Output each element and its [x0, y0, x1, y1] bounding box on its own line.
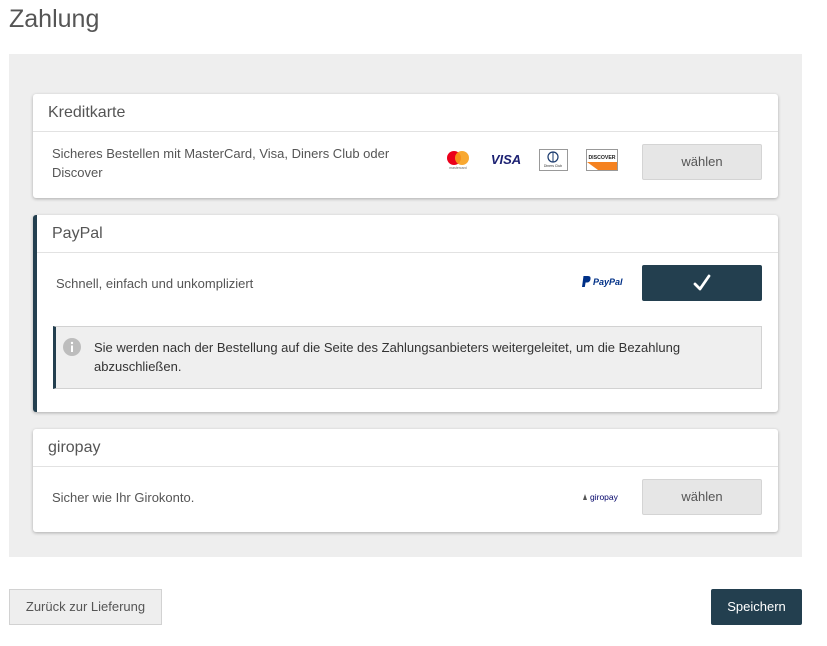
diners-club-logo: Diners Club	[539, 149, 568, 171]
check-icon	[693, 274, 711, 291]
paypal-logo: PayPal	[582, 276, 623, 287]
save-button[interactable]: Speichern	[711, 589, 802, 625]
payment-option-giropay[interactable]: giropay Sicher wie Ihr Girokonto. giropa…	[33, 429, 778, 532]
back-to-delivery-button[interactable]: Zurück zur Lieferung	[9, 589, 162, 625]
visa-text: VISA	[491, 152, 521, 167]
giropay-logo: giropay	[583, 492, 619, 502]
select-creditcard-button[interactable]: wählen	[642, 144, 762, 180]
visa-logo: VISA	[491, 152, 521, 167]
payment-option-title: giropay	[33, 429, 778, 467]
paypal-info-text: Sie werden nach der Bestellung auf die S…	[94, 340, 681, 374]
paypal-info-box: Sie werden nach der Bestellung auf die S…	[53, 326, 762, 389]
mastercard-caption: mastercard	[449, 166, 467, 170]
diners-text: Diners Club	[544, 164, 562, 168]
payment-option-description: Schnell, einfach und unkompliziert	[56, 276, 254, 291]
discover-logo: DISCOVER	[586, 149, 618, 171]
select-giropay-button[interactable]: wählen	[642, 479, 762, 515]
payment-option-title: PayPal	[37, 215, 778, 253]
paypal-selected-button[interactable]	[642, 265, 762, 301]
payment-option-description: Sicheres Bestellen mit MasterCard, Visa,…	[52, 146, 390, 180]
paypal-text: PayPal	[593, 277, 623, 287]
payment-option-description: Sicher wie Ihr Girokonto.	[52, 490, 195, 505]
mastercard-logo: mastercard	[447, 151, 469, 170]
payment-methods-panel: Kreditkarte Sicheres Bestellen mit Maste…	[9, 54, 802, 557]
page-title: Zahlung	[9, 5, 100, 33]
discover-text: DISCOVER	[588, 155, 615, 161]
payment-option-title: Kreditkarte	[33, 94, 778, 132]
payment-option-paypal[interactable]: PayPal Schnell, einfach und unkomplizier…	[33, 215, 778, 412]
giropay-text: giropay	[590, 492, 619, 502]
info-icon	[63, 338, 81, 356]
payment-option-creditcard[interactable]: Kreditkarte Sicheres Bestellen mit Maste…	[33, 94, 778, 198]
